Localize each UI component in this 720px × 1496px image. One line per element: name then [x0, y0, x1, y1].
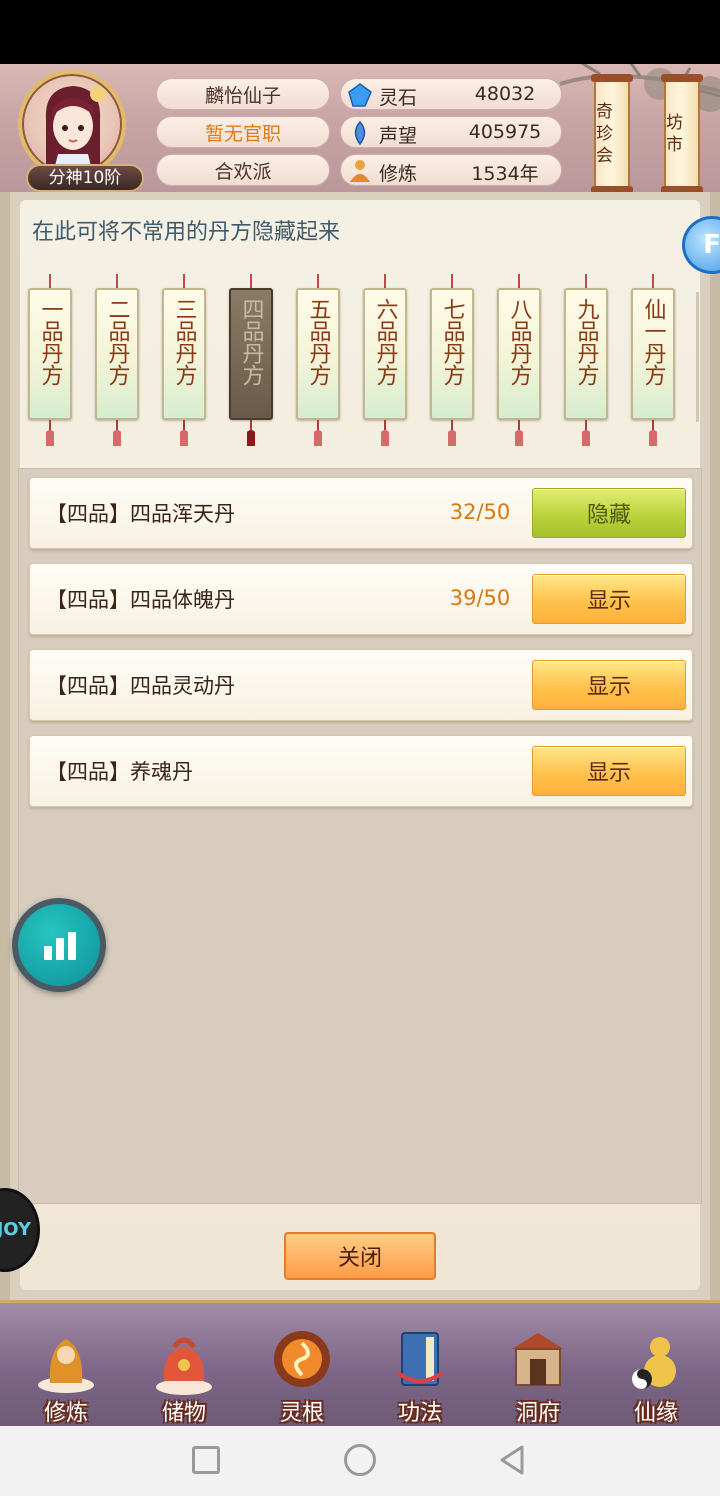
reputation-value: 405975: [468, 121, 542, 143]
tab-label: 二品丹方: [95, 288, 139, 420]
hide-button[interactable]: 隐藏: [532, 488, 686, 538]
home-icon[interactable]: [344, 1444, 376, 1476]
nav-label: 灵根: [279, 1401, 324, 1426]
tab-label: 九品丹方: [564, 288, 608, 420]
nav-item-3[interactable]: 灵根: [252, 1325, 352, 1426]
recipe-list: 【四品】四品浑天丹 32/50 隐藏 【四品】四品体魄丹 39/50 显示 【四品】四品灵动…: [18, 468, 702, 1204]
recent-apps-icon[interactable]: [192, 1446, 220, 1474]
avatar[interactable]: 分神10阶: [18, 70, 144, 192]
tab-grade-10[interactable]: 仙一丹方: [631, 274, 675, 450]
recipe-count: 32/50: [449, 500, 511, 524]
reputation-counter: 声望 405975: [340, 116, 562, 148]
cultivation-label: 修炼: [379, 163, 418, 185]
recipe-row: 【四品】四品浑天丹 32/50 隐藏: [29, 477, 693, 549]
bag-icon: [156, 1337, 212, 1395]
tab-grade-3[interactable]: 三品丹方: [162, 274, 206, 450]
nav-item-2[interactable]: 储物: [134, 1325, 234, 1426]
nav-label: 仙缘: [633, 1401, 678, 1426]
show-button[interactable]: 显示: [532, 660, 686, 710]
system-nav-bar: [0, 1426, 720, 1496]
recipe-grade-tabs: 一品丹方 二品丹方 三品丹方 四品丹方 五品丹方 六品丹方 七品丹方 八品丹方 九品丹方 仙一丹方: [28, 274, 699, 454]
tab-label: 仙一丹方: [631, 288, 675, 420]
spirit-stone-value: 48032: [474, 83, 536, 105]
tassel-icon: [180, 420, 188, 446]
realm-rank-badge: 分神10阶: [26, 164, 144, 192]
recipe-count: 39/50: [449, 586, 511, 610]
nav-label: 洞府: [515, 1401, 560, 1426]
tassel-icon: [582, 420, 590, 446]
nav-item-1[interactable]: 修炼: [16, 1325, 116, 1426]
tab-label: 六品丹方: [363, 288, 407, 420]
recipe-row: 【四品】四品灵动丹 显示: [29, 649, 693, 721]
tab-label: 七品丹方: [430, 288, 474, 420]
status-bar: [0, 0, 720, 64]
tassel-icon: [515, 420, 523, 446]
reputation-label: 声望: [379, 125, 418, 147]
nav-label: 储物: [161, 1401, 206, 1426]
tassel-icon: [314, 420, 322, 446]
recipe-name: 【四品】四品灵动丹: [46, 674, 235, 698]
nav-item-5[interactable]: 洞府: [488, 1325, 588, 1426]
cultivation-icon: [350, 160, 370, 182]
cultivation-counter: 修炼 1534年: [340, 154, 562, 186]
bar-chart-icon: [44, 932, 78, 960]
tab-grade-1[interactable]: 一品丹方: [28, 274, 72, 450]
tabs-divider: [696, 292, 699, 422]
show-button[interactable]: 显示: [532, 574, 686, 624]
book-icon: [396, 1332, 444, 1386]
treasure-fair-button[interactable]: 奇珍会: [591, 74, 633, 192]
spirit-root-icon: [274, 1331, 330, 1387]
cultivation-value: 1534年: [471, 163, 539, 185]
nav-item-4[interactable]: 功法: [370, 1325, 470, 1426]
recipe-name: 【四品】养魂丹: [46, 760, 193, 784]
market-button[interactable]: 坊市: [661, 74, 703, 192]
recipe-row: 【四品】四品体魄丹 39/50 显示: [29, 563, 693, 635]
tab-grade-9[interactable]: 九品丹方: [564, 274, 608, 450]
monk-icon: [38, 1339, 94, 1393]
tab-label: 一品丹方: [28, 288, 72, 420]
character-portrait: [45, 86, 106, 170]
official-title: 暂无官职: [156, 116, 330, 148]
spirit-stone-label: 灵石: [379, 87, 418, 109]
back-icon[interactable]: [496, 1444, 528, 1476]
tab-label: 五品丹方: [296, 288, 340, 420]
recipe-name: 【四品】四品体魄丹: [46, 588, 235, 612]
tab-grade-4[interactable]: 四品丹方: [229, 274, 273, 450]
cave-house-icon: [512, 1333, 564, 1386]
tab-grade-5[interactable]: 五品丹方: [296, 274, 340, 450]
tassel-icon: [381, 420, 389, 446]
bottom-nav: 修炼 储物 灵根 功法 洞府 仙缘: [0, 1300, 720, 1426]
tab-label: 三品丹方: [162, 288, 206, 420]
tab-label: 四品丹方: [229, 288, 273, 420]
tassel-icon: [46, 420, 54, 446]
close-button[interactable]: 关闭: [284, 1232, 436, 1280]
tassel-icon: [247, 420, 255, 446]
gourd-icon: [632, 1337, 676, 1389]
nav-label: 修炼: [43, 1401, 88, 1426]
tassel-icon: [113, 420, 121, 446]
character-name: 麟怡仙子: [156, 78, 330, 110]
tab-grade-7[interactable]: 七品丹方: [430, 274, 474, 450]
stats-float-button[interactable]: [12, 898, 106, 992]
recipe-name: 【四品】四品浑天丹: [46, 502, 235, 526]
tab-grade-8[interactable]: 八品丹方: [497, 274, 541, 450]
tassel-icon: [448, 420, 456, 446]
nav-item-6[interactable]: 仙缘: [606, 1325, 706, 1426]
panel-hint: 在此可将不常用的丹方隐藏起来: [32, 220, 341, 245]
recipe-row: 【四品】养魂丹 显示: [29, 735, 693, 807]
tab-label: 八品丹方: [497, 288, 541, 420]
spirit-stone-icon: [348, 83, 372, 107]
spirit-stone-counter: 灵石 48032: [340, 78, 562, 110]
tab-grade-2[interactable]: 二品丹方: [95, 274, 139, 450]
sect-name: 合欢派: [156, 154, 330, 186]
tab-grade-6[interactable]: 六品丹方: [363, 274, 407, 450]
player-header: 分神10阶 麟怡仙子 暂无官职 合欢派 灵石 48032 声望 405975 修…: [0, 64, 720, 192]
show-button[interactable]: 显示: [532, 746, 686, 796]
reputation-icon: [354, 120, 366, 146]
tassel-icon: [649, 420, 657, 446]
nav-label: 功法: [397, 1401, 442, 1426]
